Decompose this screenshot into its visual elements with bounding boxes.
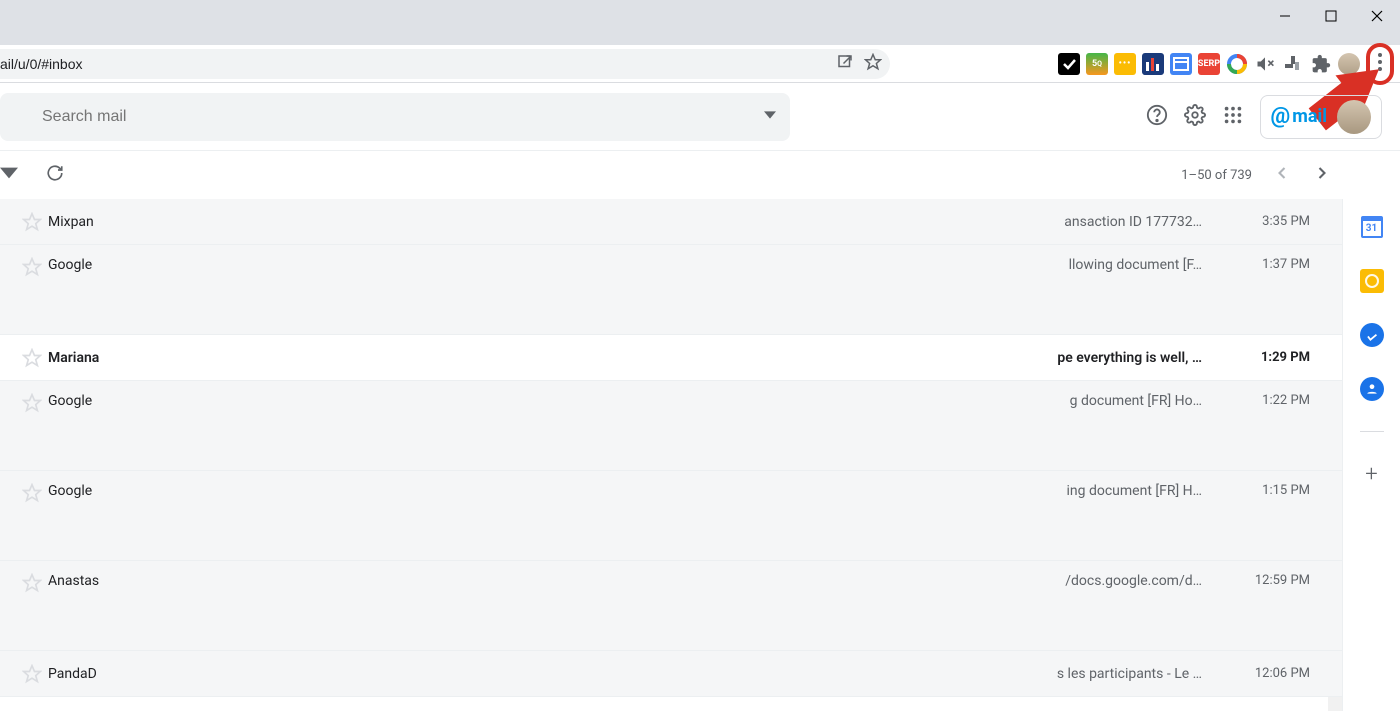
chrome-profile-avatar[interactable]: [1338, 53, 1360, 75]
extension-window-icon[interactable]: [1170, 53, 1192, 75]
chrome-toolbar: 5Q ••• SERP: [0, 45, 1400, 83]
open-external-icon[interactable]: [836, 53, 854, 75]
chrome-extensions-puzzle-icon[interactable]: [1310, 53, 1332, 75]
account-avatar[interactable]: [1337, 100, 1371, 134]
chrome-omnibox[interactable]: [0, 49, 890, 79]
extension-yellow-icon[interactable]: •••: [1114, 53, 1136, 75]
mail-time: 12:59 PM: [1255, 573, 1310, 588]
annotation-highlight-oval: [1366, 43, 1394, 85]
gmail-side-panel: 31 +: [1342, 199, 1400, 711]
mail-time: 3:35 PM: [1262, 214, 1310, 229]
mail-sender: Anastas: [48, 573, 99, 589]
select-dropdown-icon[interactable]: [0, 164, 18, 186]
chrome-menu-wrapper: [1366, 47, 1394, 81]
calendar-day-label: 31: [1361, 216, 1383, 238]
mail-row[interactable]: Google llowing document [F… 1:37 PM: [0, 245, 1342, 335]
settings-gear-icon[interactable]: [1184, 104, 1206, 130]
extension-todoist-icon[interactable]: [1058, 53, 1080, 75]
extension-mute-icon[interactable]: [1254, 53, 1276, 75]
mail-snippet: g document [FR] Ho…: [1070, 393, 1202, 409]
get-addons-plus-icon[interactable]: +: [1365, 462, 1377, 487]
side-panel-divider: [1360, 431, 1384, 432]
mail-snippet: s les participants - Le …: [1057, 666, 1202, 682]
gmail-mail-list: Mixpan ansaction ID 177732… 3:35 PM Google l…: [0, 199, 1342, 711]
mailbutler-chip[interactable]: @mail: [1260, 95, 1383, 139]
gmail-toolbar: 1–50 of 739: [0, 151, 1400, 199]
gmail-search-box[interactable]: [0, 93, 790, 141]
mail-row[interactable]: Anastas/docs.google.com/d… 12:59 PM: [0, 561, 1342, 651]
mail-row[interactable]: Google ing document [FR] H… 1:15 PM: [0, 471, 1342, 561]
gmail-search-input[interactable]: [14, 108, 764, 126]
mail-time: 1:22 PM: [1262, 393, 1310, 408]
newer-page-icon[interactable]: [1272, 163, 1292, 187]
bookmark-star-icon[interactable]: [864, 53, 882, 75]
window-minimize-button[interactable]: [1262, 0, 1308, 32]
extension-bars-icon[interactable]: [1142, 53, 1164, 75]
keep-addon-icon[interactable]: [1360, 269, 1384, 293]
support-icon[interactable]: [1146, 104, 1168, 130]
older-page-icon[interactable]: [1312, 163, 1332, 187]
mail-sender: Mixpan: [48, 214, 94, 230]
mail-row[interactable]: Mixpan ansaction ID 177732… 3:35 PM: [0, 199, 1342, 245]
gmail-body: Mixpan ansaction ID 177732… 3:35 PM Google l…: [0, 199, 1400, 711]
chrome-tab-strip: [0, 0, 1400, 45]
mail-snippet: llowing document [F…: [1069, 257, 1202, 273]
mail-time: 12:06 PM: [1255, 666, 1310, 681]
mail-sender: Google: [48, 393, 92, 409]
extension-serp-icon[interactable]: SERP: [1198, 53, 1220, 75]
mail-time: 1:29 PM: [1261, 350, 1310, 365]
contacts-addon-icon[interactable]: [1360, 377, 1384, 401]
mail-snippet: ansaction ID 177732…: [1064, 214, 1202, 230]
mail-sender: Google: [48, 257, 92, 273]
search-options-dropdown-icon[interactable]: [764, 109, 776, 125]
tasks-addon-icon[interactable]: [1360, 323, 1384, 347]
calendar-addon-icon[interactable]: 31: [1360, 215, 1384, 239]
mail-time: 1:37 PM: [1262, 257, 1310, 272]
google-apps-grid-icon[interactable]: [1222, 104, 1244, 130]
refresh-icon[interactable]: [46, 164, 64, 186]
mail-sender: PandaD: [48, 666, 97, 682]
gmail-header: @mail: [0, 83, 1400, 151]
extension-seo-icon[interactable]: 5Q: [1086, 53, 1108, 75]
mail-row[interactable]: PandaD s les participants - Le … 12:06 PM: [0, 651, 1342, 697]
mail-snippet: pe everything is well, …: [1057, 350, 1202, 366]
mail-sender: Google: [48, 483, 92, 499]
window-controls: [1262, 0, 1400, 32]
extension-jira-icon[interactable]: [1282, 53, 1304, 75]
mail-time: 1:15 PM: [1262, 483, 1310, 498]
mail-row[interactable]: Mariana pe everything is well, … 1:29 PM: [0, 335, 1342, 381]
extension-colorwheel-icon[interactable]: [1226, 53, 1248, 75]
pagination-count: 1–50 of 739: [1181, 168, 1252, 183]
chrome-url-input[interactable]: [0, 56, 836, 72]
mailbutler-logo: @mail: [1271, 104, 1328, 129]
window-maximize-button[interactable]: [1308, 0, 1354, 32]
mailbutler-label: mail: [1292, 106, 1327, 127]
mail-sender: Mariana: [48, 350, 99, 366]
mail-snippet: ing document [FR] H…: [1067, 483, 1203, 499]
window-close-button[interactable]: [1354, 0, 1400, 32]
mail-row[interactable]: Google g document [FR] Ho… 1:22 PM: [0, 381, 1342, 471]
mail-snippet: /docs.google.com/d…: [1065, 573, 1202, 589]
